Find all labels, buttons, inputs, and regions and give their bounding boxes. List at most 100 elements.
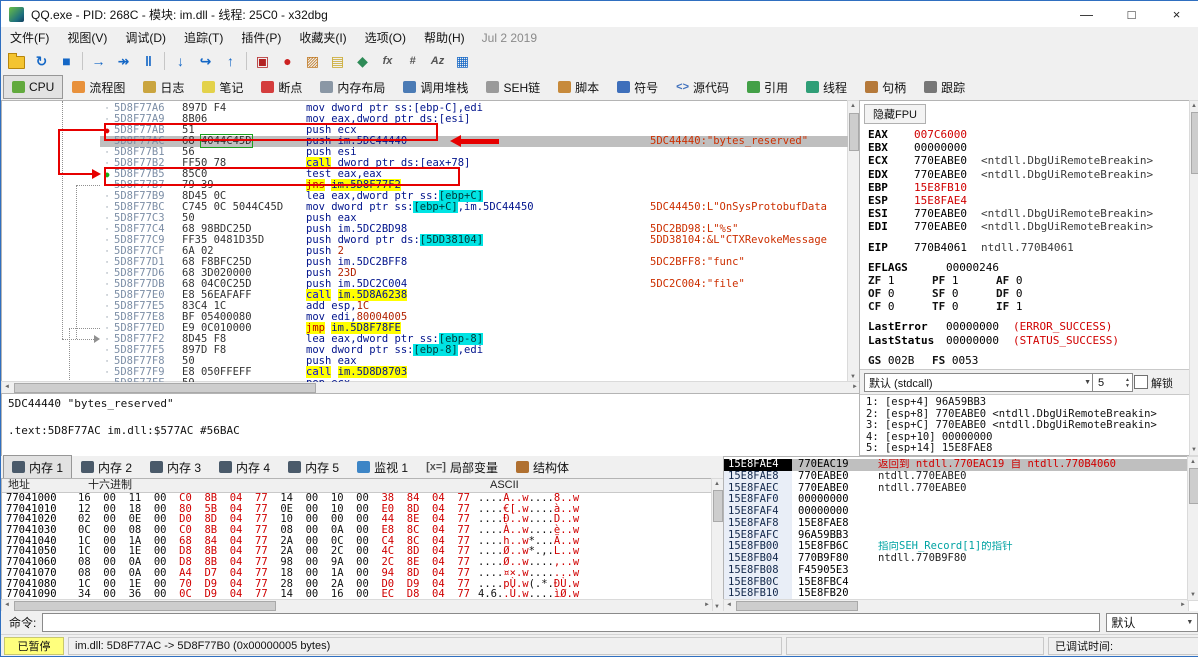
run-button[interactable]: → [86,50,111,72]
tab-label: 内存 4 [236,460,271,475]
stack-row[interactable]: 15E8FAF0 00000000 [724,493,1198,506]
tab-log[interactable]: 日志 [134,75,193,99]
register-row[interactable]: CF 0 TF 0 IF 1 [868,300,1178,313]
minimize-button[interactable]: — [1064,1,1109,27]
register-row[interactable]: ZF 1 PF 1 AF 0 [868,274,1178,287]
restart-button[interactable]: ↻ [29,50,54,72]
tab-dump-3[interactable]: 内存 3 [141,455,210,479]
tab-struct[interactable]: 结构体 [507,455,578,479]
register-row[interactable]: EAX 007C6000 [868,128,1178,141]
stack-argument-row[interactable]: 5: [esp+14] 15E8FAE8 [866,442,1186,455]
menu-help[interactable]: 帮助(H) [415,27,474,48]
stop-button[interactable]: ■ [54,50,79,72]
stack-argument-row[interactable]: 1: [esp+4] 96A59BB3 [866,396,1186,409]
breakpoint-dot: ∙ [105,358,109,365]
tab-script[interactable]: 脚本 [549,75,608,99]
tab-memory-map[interactable]: 内存布局 [311,75,394,99]
tab-dump-5[interactable]: 内存 5 [279,455,348,479]
stack-row[interactable]: 15E8FB00 15E8FB6C 指向SEH_Record[1]的指针 [724,540,1198,553]
register-row[interactable]: EBP 15E8FB10 [868,181,1178,194]
menu-plugins[interactable]: 插件(P) [232,27,290,48]
stack-row[interactable]: 15E8FB08 F45905E3 [724,564,1198,577]
tab-notes[interactable]: 笔记 [193,75,252,99]
register-row[interactable]: OF 0 SF 0 DF 0 [868,287,1178,300]
command-input[interactable] [42,613,1101,632]
menu-file[interactable]: 文件(F) [1,27,58,48]
flag-value: 0 [881,300,895,314]
tab-source[interactable]: <> 源代码 [667,75,738,99]
open-file-button[interactable] [4,50,29,72]
menu-options[interactable]: 选项(O) [356,27,415,48]
calculator-button[interactable]: # [400,50,425,72]
tab-handles[interactable]: 句柄 [856,75,915,99]
flag-value: 0053 [945,353,979,367]
register-row[interactable]: EDX 770EABE0 <ntdll.DbgUiRemoteBreakin> [868,168,1178,181]
tab-cpu[interactable]: CPU [3,75,64,99]
dump-header: 地址 十六进制 ASCII [2,479,712,493]
breakpoints-button[interactable]: ● [275,50,300,72]
close-window-button[interactable]: × [1154,1,1198,27]
stack-row[interactable]: 15E8FB04 770B9F80 ntdll.770B9F80 [724,552,1198,565]
stack-row[interactable]: 15E8FAF4 00000000 [724,505,1198,518]
command-profile-select[interactable]: 默认 ▼ [1106,613,1198,632]
tab-references[interactable]: 引用 [738,75,797,99]
graph-button[interactable]: ◆ [350,50,375,72]
stack-row[interactable]: 15E8FAF8 15E8FAE8 [724,516,1198,530]
menu-view[interactable]: 视图(V) [58,27,116,48]
stack-row[interactable]: 15E8FAE8 770EABE0 ntdll.770EABE0 [724,470,1198,483]
menu-favourites[interactable]: 收藏夹(I) [290,27,355,48]
registers-scrollbar[interactable]: ▲ ▼ [1189,100,1198,456]
step-into-button[interactable]: ↓ [168,50,193,72]
stack-argument-row[interactable]: 3: [esp+C] 770EABE0 <ntdll.DbgUiRemoteBr… [866,419,1186,432]
register-row[interactable]: EBX 00000000 [868,141,1178,154]
menu-debug[interactable]: 调试(D) [116,27,175,48]
tab-threads[interactable]: 线程 [797,75,856,99]
stack-vertical-scrollbar[interactable]: ▲ ▼ [1187,456,1198,601]
stack-row[interactable]: 15E8FAEC 770EABE0 ntdll.770EABE0 [724,482,1198,495]
tab-locals[interactable]: [x=] 局部变量 [417,455,507,479]
flag-value: 0 [1009,273,1023,287]
tab-dump-4[interactable]: 内存 4 [210,455,279,479]
register-row[interactable]: LastStatus 00000000 (STATUS_SUCCESS) [868,334,1178,347]
calling-convention-select[interactable]: 默认 (stdcall) ▼ [864,373,1096,392]
execute-till-return-button[interactable]: ↑ [218,50,243,72]
tab-dump-2[interactable]: 内存 2 [72,455,141,479]
flag-name: SF [932,287,946,301]
strings-button[interactable]: Az [425,50,450,72]
register-row[interactable]: EDI 770EABE0 <ntdll.DbgUiRemoteBreakin> [868,220,1178,233]
hide-fpu-button[interactable]: 隐藏FPU [864,104,926,124]
stack-row[interactable]: 15E8FAFC 96A59BB3 [724,529,1198,542]
stack-row[interactable]: 15E8FAE4 770EAC19 返回到 ntdll.770EAC19 自 ntd… [724,458,1198,471]
tab-label: 局部变量 [449,460,498,475]
tab-dump-1[interactable]: 内存 1 [3,455,73,479]
register-extra: (STATUS_SUCCESS) [1012,333,1119,347]
stack-row[interactable]: 15E8FB0C 15E8FBC4 [724,576,1198,589]
tab-call-stack[interactable]: 调用堆栈 [394,75,477,99]
register-row[interactable]: EIP 770B4061 ntdll.770B4061 [868,241,1178,254]
tab-trace[interactable]: 跟踪 [915,75,974,99]
register-row[interactable]: ECX 770EABE0 <ntdll.DbgUiRemoteBreakin> [868,154,1178,167]
comments-button[interactable]: ▤ [325,50,350,72]
register-row[interactable]: ESP 15E8FAE4 [868,194,1178,207]
register-row[interactable]: GS 002B FS 0053 [868,354,1178,367]
maximize-button[interactable]: □ [1109,1,1154,27]
tab-seh-chain[interactable]: SEH链 [477,75,549,99]
run-to-user-button[interactable]: ↠ [111,50,136,72]
menu-trace[interactable]: 追踪(T) [175,27,232,48]
stack-value: 15E8FAE8 [798,516,849,529]
memory-map-button[interactable]: ▦ [450,50,475,72]
trace-record-button[interactable]: ▣ [250,50,275,72]
unlock-checkbox[interactable] [1134,375,1148,389]
pause-button[interactable]: ‖ [136,50,161,72]
step-over-button[interactable]: ↪ [193,50,218,72]
argument-count-spinner[interactable]: 5 ▲ ▼ [1092,373,1133,392]
register-row[interactable]: ESI 770EABE0 <ntdll.DbgUiRemoteBreakin> [868,207,1178,220]
tab-breakpoints[interactable]: 断点 [252,75,311,99]
register-row[interactable]: LastError 00000000 (ERROR_SUCCESS) [868,320,1178,333]
tab-symbols[interactable]: 符号 [608,75,667,99]
register-row[interactable]: EFLAGS 00000246 [868,261,1178,274]
patches-button[interactable]: ▨ [300,50,325,72]
tab-watch-1[interactable]: 监视 1 [348,455,417,479]
function-button[interactable]: fx [375,50,400,72]
tab-graph[interactable]: 流程图 [63,75,134,99]
